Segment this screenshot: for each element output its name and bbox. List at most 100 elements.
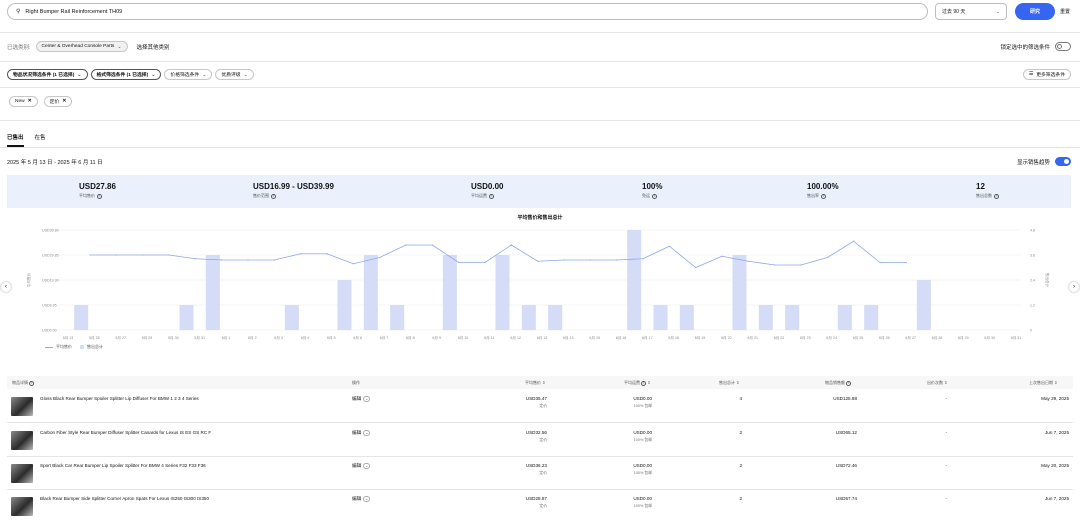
info-icon[interactable]: i [641,381,647,386]
sales-cell: USD65.12 [835,430,857,435]
info-icon[interactable]: i [489,193,494,199]
info-icon[interactable]: i [29,381,35,386]
last-sold-cell: May 20, 2025 [1041,463,1069,468]
category-row: 已选类别: Center & Overhead Console Parts ⌄ … [7,41,170,52]
legend-label: 售出总计 [87,344,103,349]
filter-rating[interactable]: 优质评级 ⌄ [215,69,254,80]
free-shipping-rate: 100% 包邮 [633,471,652,475]
product-title-link[interactable]: Black Rear Bumper Side Splitter Corner A… [40,496,209,501]
table-row[interactable]: Black Rear Bumper Side Splitter Corner A… [7,490,1073,520]
col-label: 上次售出日期 [1029,380,1053,385]
col-avg-shipping[interactable]: 平均运费 i ⇕ [624,380,651,386]
bids-cell: - [945,496,947,501]
col-total-sold[interactable]: 售出总计 ⇕ [719,380,739,386]
avg-shipping-cell: USD0.00 100% 包邮 [587,396,652,409]
table-row[interactable]: Carbon Fiber Style Rear Bumper Diffuser … [7,424,1073,457]
table-row[interactable]: Gloss Black Rear Bumper Spoiler Splitter… [7,390,1073,423]
sales-chart: USD0.00 USD9.95 USD19.90 USD29.85 USD39.80 0 1… [26,229,1050,341]
sales-cell: USD57.74 [835,496,857,501]
bar [548,305,563,330]
x-tick: 6月 25 [853,335,864,340]
product-thumbnail[interactable] [11,497,33,516]
total-sold-cell: 2 [739,496,742,501]
line-point [510,244,512,246]
chevron-down-icon: ⌄ [363,496,371,502]
stat-label: 售出总数 [976,193,992,198]
filter-price[interactable]: 价格筛选条件 ⌄ [164,69,213,80]
stat-label: 平均售价 [79,193,95,198]
line-point [774,264,776,266]
stat-price-range: USD16.99 - USD39.99 售价范围 i [253,182,334,199]
edit-menu[interactable]: 编辑 ⌄ [352,496,371,502]
period-select[interactable]: 过去 90 天 ⌄ [935,3,1007,20]
chip-new[interactable]: New ✕ [9,96,38,107]
info-icon[interactable]: i [846,381,852,386]
category-select[interactable]: Center & Overhead Console Parts ⌄ [35,41,128,52]
y-tick-left: USD39.80 [42,229,59,233]
filter-bar: 物品状况筛选条件 (1 已选择) ⌄ 格式筛选条件 (1 已选择) ⌄ 价格筛选条件… [7,69,254,80]
tab-active[interactable]: 在售 [35,133,46,147]
info-icon[interactable]: i [271,193,276,199]
line-point [589,259,591,261]
sales-cell: USD72.46 [835,463,857,468]
x-tick: 6月 20 [721,335,732,340]
avg-price-cell: USD32.56 定价 [487,430,547,443]
filter-condition[interactable]: 物品状况筛选条件 (1 已选择) ⌄ [7,69,88,80]
stat-value: USD16.99 - USD39.99 [253,182,334,191]
chip-label: 定价 [49,100,60,105]
show-trend-label: 显示销售趋势 [1016,159,1050,166]
col-avg-price[interactable]: 平均售价 ⇕ [525,380,545,386]
reset-link[interactable]: 重置 [1060,8,1070,15]
col-last-sold[interactable]: 上次售出日期 ⇕ [1029,380,1057,386]
shipping-value: USD0.00 [633,463,652,468]
free-shipping-rate: 100% 包邮 [633,404,652,408]
info-icon[interactable]: i [994,193,999,199]
col-item[interactable]: 物品详情 i [12,380,35,386]
info-icon[interactable]: i [821,193,826,199]
search-button[interactable]: 研究 [1015,3,1055,20]
edit-menu[interactable]: 编辑 ⌄ [352,430,371,436]
lock-filters-toggle[interactable] [1055,42,1071,51]
stat-sell-through: 100.00% 售出率 i [807,182,839,199]
tab-sold[interactable]: 已售出 [7,133,24,147]
price-format: 定价 [539,404,547,408]
price-format: 定价 [539,438,547,442]
divider [0,147,1080,148]
choose-other-category-link[interactable]: 选择其他类别 [137,43,170,51]
product-title-link[interactable]: Gloss Black Rear Bumper Spoiler Splitter… [40,396,199,401]
more-filters-button[interactable]: ☰ 更多筛选条件 [1022,69,1071,80]
product-title-link[interactable]: Carbon Fiber Style Rear Bumper Diffuser … [40,430,211,435]
table-header: 物品详情 i 操作 平均售价 ⇕ 平均运费 i ⇕ 售出总计 ⇕ 物品销售额 i… [7,376,1073,389]
period-value: 过去 90 天 [942,9,966,15]
info-icon[interactable]: i [97,193,102,199]
sort-icon: ⇕ [542,380,546,385]
divider [0,87,1080,88]
info-icon[interactable]: i [652,193,657,199]
col-label: 平均运费 [624,380,640,385]
line-point [695,266,697,269]
col-sales[interactable]: 物品销售额 i [825,380,852,386]
chevron-down-icon: ⌄ [77,71,82,78]
search-input[interactable]: ⚲ Right Bumper Rail Reinforcement TH09 [7,3,928,20]
stat-value: 100.00% [807,182,839,191]
show-trend-toggle[interactable] [1055,157,1071,166]
last-sold-cell: May 29, 2025 [1041,396,1069,401]
bar [363,255,378,330]
product-thumbnail[interactable] [11,431,33,450]
edit-menu[interactable]: 编辑 ⌄ [352,463,371,469]
product-thumbnail[interactable] [11,464,33,483]
close-icon[interactable]: ✕ [28,99,32,104]
chip-fixed-price[interactable]: 定价 ✕ [43,96,73,107]
product-thumbnail[interactable] [11,397,33,416]
col-bids[interactable]: 出价次数 ⇕ [927,380,947,386]
price-value: USD28.87 [525,496,547,501]
sort-icon: ⇕ [944,380,948,385]
line-point [273,259,275,261]
x-tick: 6月 9 [432,335,441,340]
product-title-link[interactable]: Sport Black Car Rear Bumper Lip Spoiler … [40,463,206,468]
filter-format[interactable]: 格式筛选条件 (1 已选择) ⌄ [90,69,162,80]
close-icon[interactable]: ✕ [62,99,66,104]
table-row[interactable]: Sport Black Car Rear Bumper Lip Spoiler … [7,457,1073,490]
edit-menu[interactable]: 编辑 ⌄ [352,396,371,402]
col-label: 物品销售额 [825,380,845,385]
